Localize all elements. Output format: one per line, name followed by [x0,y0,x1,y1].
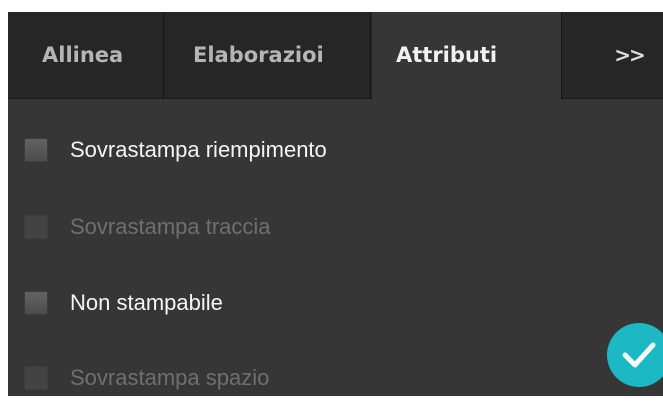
option-label: Sovrastampa riempimento [70,137,327,162]
checkbox[interactable] [24,138,48,162]
attributes-panel: Allinea Elaborazioi Attributi >> Sovrast… [8,12,663,396]
tab-attributi[interactable]: Attributi [372,12,562,100]
checkbox [24,215,48,239]
tab-bar: Allinea Elaborazioi Attributi >> [8,12,663,100]
option-non-stampabile[interactable]: Non stampabile [24,283,223,323]
option-label: Sovrastampa traccia [70,214,271,239]
option-label: Non stampabile [70,290,223,315]
checkbox[interactable] [24,291,48,315]
option-sovrastampa-riempimento[interactable]: Sovrastampa riempimento [24,130,327,170]
checkmark-icon [622,342,656,368]
option-sovrastampa-traccia: Sovrastampa traccia [24,207,271,247]
tab-elaborazione[interactable]: Elaborazioi [164,12,371,98]
tab-allinea[interactable]: Allinea [8,12,164,98]
checkmark-badge [607,323,663,387]
option-sovrastampa-spazio: Sovrastampa spazio [24,358,269,396]
page: Allinea Elaborazioi Attributi >> Sovrast… [0,0,663,408]
more-tabs-button[interactable]: >> [604,12,654,98]
option-label: Sovrastampa spazio [70,365,270,390]
checkbox [24,366,48,390]
